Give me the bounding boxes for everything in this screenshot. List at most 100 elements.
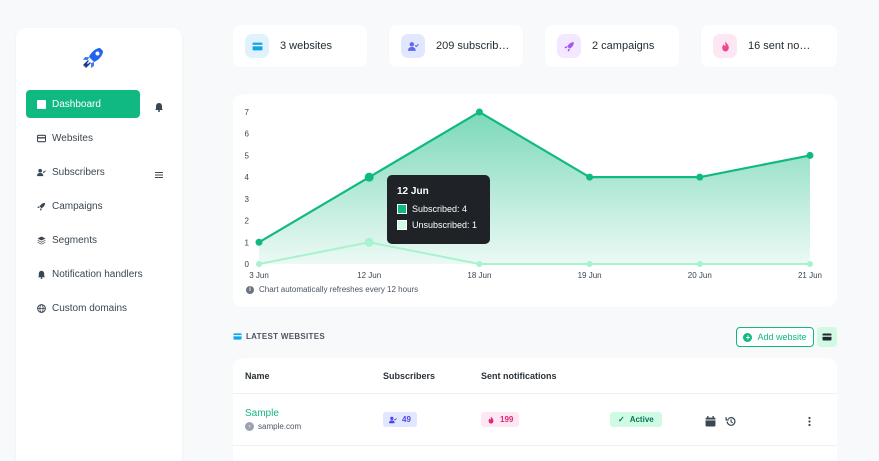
arrow-right-circle-icon: › [245,422,254,431]
x-tick-label: 19 Jun [578,271,602,280]
website-url: › sample.com [245,422,301,431]
layers-icon [37,235,46,245]
sidebar-item-label: Notification handlers [52,268,143,280]
stat-websites[interactable]: 3 websites [233,25,367,67]
card-icon [245,34,269,58]
card-icon [233,332,242,341]
user-check-icon [37,168,46,177]
sidebar-item-label: Campaigns [52,200,103,212]
fire-icon [713,34,737,58]
subscribers-chart: 0 1 2 3 4 5 6 7 3 Jun 12 Jun 18 Jun 19 Jun 20 Jun 21… [245,108,822,280]
website-url-text: sample.com [258,422,302,431]
latest-websites-table: Name Subscribers Sent notifications Samp… [233,358,837,461]
data-point-subscribed [475,108,483,116]
card-icon [37,134,46,143]
add-website-button[interactable]: + Add website [736,327,814,347]
stat-label: 16 sent notifications [748,40,812,52]
y-tick-label: 3 [245,195,250,204]
series-area-subscribed [259,112,810,264]
user-check-icon [401,34,425,58]
sidebar-item-label: Subscribers [52,166,105,178]
rocket-icon [557,34,581,58]
status-badge: ✓ Active [610,412,662,427]
stat-label: 3 websites [280,40,332,52]
add-website-label: Add website [757,332,807,342]
tooltip-row-text: Subscribed: 4 [412,204,468,214]
sidebar-item-dashboard[interactable]: Dashboard [26,90,140,118]
y-tick-label: 7 [245,108,250,117]
tooltip-row-text: Unsubscribed: 1 [412,220,478,230]
sidebar-item-campaigns[interactable]: Campaigns [26,192,140,220]
data-point-unsubscribed [696,261,703,267]
data-point-unsubscribed [364,237,374,247]
sent-count-badge: 199 [481,412,520,427]
data-point-subscribed [364,172,374,182]
section-title-text: LATEST WEBSITES [246,332,326,341]
x-tick-label: 20 Jun [688,271,712,280]
legend-swatch-unsubscribed [397,220,407,230]
card-icon [822,333,832,341]
sidebar-item-subscribers[interactable]: Subscribers [26,158,140,186]
sidebar-item-websites[interactable]: Websites [26,124,140,152]
check-icon: ✓ [618,415,625,424]
chart-refresh-note: i Chart automatically refreshes every 12… [246,285,418,294]
user-check-icon [389,416,397,423]
bell-icon [37,270,46,279]
grid-icon [37,99,46,109]
status-text: Active [629,415,654,424]
sidebar-item-label: Dashboard [52,98,101,110]
data-point-unsubscribed [586,261,593,267]
stat-label: 2 campaigns [592,40,655,52]
history-icon[interactable] [725,414,736,426]
subscribers-chart-card: 0 1 2 3 4 5 6 7 3 Jun 12 Jun 18 Jun 19 Jun 20 Jun 21… [233,94,837,307]
websites-card-button[interactable] [817,327,837,347]
info-icon: i [246,285,254,294]
menu-icon[interactable] [154,167,164,178]
subscribers-count-badge: 49 [383,412,417,427]
y-tick-label: 5 [245,151,250,160]
sidebar-item-custom-domains[interactable]: Custom domains [26,294,166,322]
stat-campaigns[interactable]: 2 campaigns [545,25,679,67]
more-vertical-icon[interactable] [804,414,815,427]
plus-circle-icon: + [743,332,753,342]
stat-sent-notifications[interactable]: 16 sent notifications [701,25,837,67]
data-point-subscribed [586,173,594,181]
x-tick-label: 18 Jun [467,271,491,280]
data-point-unsubscribed [476,261,483,267]
stat-subscribers[interactable]: 209 subscribers [389,25,523,67]
row-divider [233,393,837,394]
subscribers-count: 49 [402,415,411,424]
x-tick-label: 3 Jun [249,271,269,280]
data-point-subscribed [806,151,814,159]
bell-icon[interactable] [154,99,164,112]
sidebar-item-label: Segments [52,234,98,246]
website-name-link[interactable]: Sample [245,408,279,419]
data-point-subscribed [696,173,704,181]
x-tick-label: 12 Jun [357,271,381,280]
sidebar-item-label: Websites [52,132,93,144]
sidebar-item-notification-handlers[interactable]: Notification handlers [26,260,166,288]
calendar-icon[interactable] [705,414,716,427]
column-header-subscribers: Subscribers [383,371,436,381]
y-tick-label: 6 [245,130,250,139]
y-tick-label: 1 [245,238,250,247]
sidebar-item-segments[interactable]: Segments [26,226,140,254]
y-tick-label: 2 [245,217,250,226]
data-point-subscribed [255,238,263,246]
sent-count: 199 [500,415,514,424]
tooltip-row-unsubscribed: Unsubscribed: 1 [397,220,480,230]
fire-icon [488,415,494,424]
chart-tooltip: 12 Jun Subscribed: 4 Unsubscribed: 1 [387,175,490,244]
data-point-unsubscribed [256,261,262,267]
stat-label: 209 subscribers [436,40,512,52]
latest-websites-title: LATEST WEBSITES [233,332,325,341]
rocket-logo-icon[interactable] [79,44,107,72]
rocket-icon [37,202,46,211]
globe-icon [37,303,46,313]
tooltip-title: 12 Jun [397,186,429,197]
y-tick-label: 4 [245,173,250,182]
column-header-sent: Sent notifications [481,371,557,381]
y-tick-label: 0 [245,260,250,269]
x-tick-label: 21 Jun [798,271,822,280]
sidebar-item-label: Custom domains [52,302,128,314]
